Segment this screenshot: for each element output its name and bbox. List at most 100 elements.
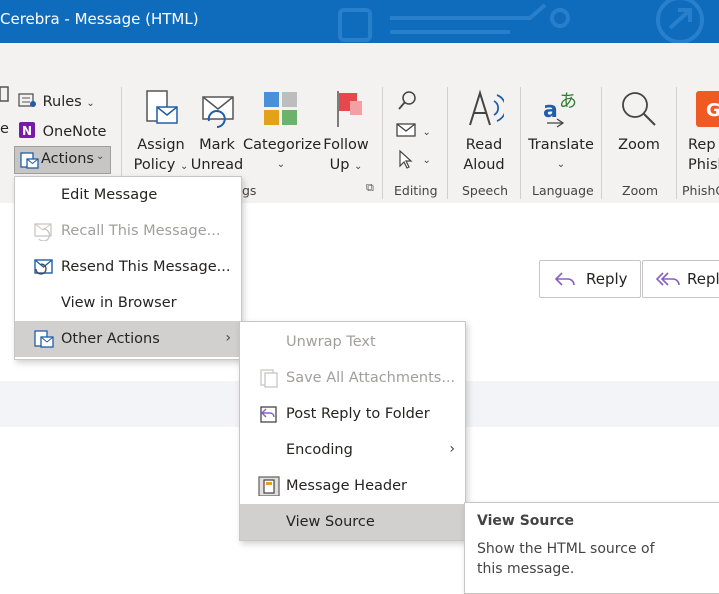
window-title: Cerebra - Message (HTML) bbox=[0, 10, 199, 28]
other-actions-icon bbox=[34, 330, 54, 348]
tags-dialog-launcher-icon[interactable]: ⧉ bbox=[366, 181, 374, 195]
ribbon-separator bbox=[382, 87, 383, 199]
mark-unread-button[interactable]: Mark Unread bbox=[190, 89, 244, 175]
phishg-group-label: PhishG bbox=[682, 183, 719, 198]
assign-policy-icon bbox=[146, 90, 178, 124]
zoom-button[interactable]: Zoom bbox=[612, 89, 666, 155]
menu-item-label: Unwrap Text bbox=[286, 334, 376, 350]
menu-item-other-actions[interactable]: Other Actions › bbox=[15, 321, 241, 357]
follow-up-button[interactable]: Follow Up ⌄ bbox=[320, 89, 372, 177]
menu-item-recall-message: Recall This Message... bbox=[15, 213, 241, 249]
onenote-icon: N bbox=[19, 122, 35, 138]
chevron-down-icon: ⌄ bbox=[556, 159, 566, 170]
read-aloud-button[interactable]: Read Aloud bbox=[458, 89, 510, 175]
menu-item-label: Message Header bbox=[286, 478, 407, 494]
actions-button[interactable]: Actions ⌄ bbox=[14, 146, 111, 174]
onenote-label: OneNote bbox=[42, 124, 107, 140]
related-button[interactable]: ⌄ bbox=[396, 121, 431, 143]
select-button[interactable]: ⌄ bbox=[396, 149, 431, 173]
rules-icon bbox=[18, 93, 36, 107]
translate-label: Translate bbox=[528, 137, 594, 153]
menu-item-resend-message[interactable]: Resend This Message... bbox=[15, 249, 241, 285]
reply-all-icon bbox=[655, 272, 680, 286]
follow-up-label-1: Follow bbox=[323, 137, 369, 153]
chevron-down-icon: ⌄ bbox=[276, 159, 286, 170]
menu-item-label: Other Actions bbox=[61, 331, 160, 347]
actions-icon bbox=[20, 152, 39, 169]
menu-item-label: Save All Attachments... bbox=[286, 370, 456, 386]
cursor-icon bbox=[399, 149, 413, 169]
zoom-label: Zoom bbox=[618, 137, 660, 153]
menu-item-unwrap-text: Unwrap Text bbox=[240, 324, 465, 360]
rules-button[interactable]: Rules ⌄ bbox=[18, 91, 95, 110]
menu-item-label: Resend This Message... bbox=[61, 259, 231, 275]
chevron-down-icon: ⌄ bbox=[179, 161, 189, 172]
read-aloud-icon bbox=[469, 89, 507, 126]
other-actions-menu: Unwrap Text Save All Attachments... Post… bbox=[239, 321, 466, 541]
menu-item-label: Post Reply to Folder bbox=[286, 406, 430, 422]
tooltip-body: Show the HTML source of this message. bbox=[477, 541, 655, 577]
menu-item-message-header[interactable]: Message Header bbox=[240, 468, 465, 504]
read-aloud-label-2: Aloud bbox=[463, 157, 505, 173]
assign-policy-label-1: Assign bbox=[137, 137, 185, 153]
report-phish-label-2: Phish bbox=[688, 157, 719, 173]
chevron-down-icon: ⌄ bbox=[86, 98, 95, 109]
tags-group-label: gs bbox=[242, 183, 257, 198]
speech-group-label: Speech bbox=[462, 183, 509, 198]
report-phish-label-1: Rep bbox=[688, 137, 716, 153]
categorize-icon bbox=[264, 92, 297, 125]
resend-icon bbox=[34, 259, 53, 275]
chevron-right-icon: › bbox=[449, 441, 455, 457]
menu-item-view-source[interactable]: View Source bbox=[240, 504, 465, 540]
menu-item-post-reply[interactable]: Post Reply to Folder bbox=[240, 396, 465, 432]
rules-label: Rules bbox=[42, 94, 82, 110]
menu-item-label: View Source bbox=[286, 514, 375, 530]
menu-item-encoding[interactable]: Encoding › bbox=[240, 432, 465, 468]
ribbon-cut-text: e bbox=[0, 121, 9, 137]
reply-button[interactable]: Reply bbox=[539, 260, 641, 298]
recall-icon bbox=[34, 223, 52, 241]
mark-unread-label-2: Unread bbox=[190, 157, 244, 173]
menu-item-label: View in Browser bbox=[61, 295, 177, 311]
onenote-button[interactable]: N OneNote bbox=[18, 121, 106, 140]
reply-icon bbox=[554, 272, 575, 286]
magnifier-icon bbox=[622, 92, 656, 126]
reply-all-label: Reply bbox=[687, 270, 719, 288]
ribbon-separator bbox=[520, 87, 521, 199]
actions-label: Actions bbox=[41, 151, 94, 167]
menu-item-edit-message[interactable]: Edit Message bbox=[15, 177, 241, 213]
chevron-down-icon: ⌄ bbox=[422, 127, 431, 138]
menu-item-label: Edit Message bbox=[61, 187, 158, 203]
svg-text:N: N bbox=[22, 124, 32, 138]
chevron-right-icon: › bbox=[225, 330, 231, 346]
titlebar-decoration bbox=[338, 0, 704, 43]
mark-unread-label-1: Mark bbox=[199, 137, 235, 153]
svg-text:G: G bbox=[706, 100, 719, 121]
menu-item-label: Encoding bbox=[286, 442, 353, 458]
read-aloud-label-1: Read bbox=[465, 137, 503, 153]
ribbon-separator bbox=[601, 87, 602, 199]
assign-policy-button[interactable]: Assign Policy ⌄ bbox=[130, 89, 192, 177]
flag-icon bbox=[337, 91, 362, 127]
editing-group-label: Editing bbox=[394, 183, 438, 198]
actions-menu: Edit Message Recall This Message... Rese… bbox=[14, 176, 242, 360]
report-phish-button[interactable]: G Rep Phish bbox=[688, 89, 719, 175]
view-source-tooltip: View Source Show the HTML source of this… bbox=[464, 502, 719, 594]
reply-label: Reply bbox=[586, 270, 628, 288]
assign-policy-label-2: Policy bbox=[133, 157, 176, 173]
translate-icon: a あ bbox=[543, 91, 577, 128]
search-icon[interactable] bbox=[396, 89, 420, 113]
categorize-button[interactable]: Categorize ⌄ bbox=[243, 89, 321, 175]
menu-item-view-in-browser[interactable]: View in Browser bbox=[15, 285, 241, 321]
envelope-icon bbox=[396, 123, 416, 137]
ribbon-separator bbox=[676, 87, 677, 199]
reply-all-button[interactable]: Reply bbox=[642, 260, 719, 298]
chevron-down-icon: ⌄ bbox=[354, 161, 363, 172]
tooltip-title: View Source bbox=[477, 513, 575, 529]
follow-up-label-2: Up bbox=[329, 157, 350, 173]
chevron-down-icon: ⌄ bbox=[96, 151, 105, 162]
menu-item-save-attachments: Save All Attachments... bbox=[240, 360, 465, 396]
ribbon-cut-icon bbox=[0, 85, 10, 107]
translate-button[interactable]: a あ Translate ⌄ bbox=[528, 89, 594, 175]
attachments-icon bbox=[260, 369, 278, 388]
